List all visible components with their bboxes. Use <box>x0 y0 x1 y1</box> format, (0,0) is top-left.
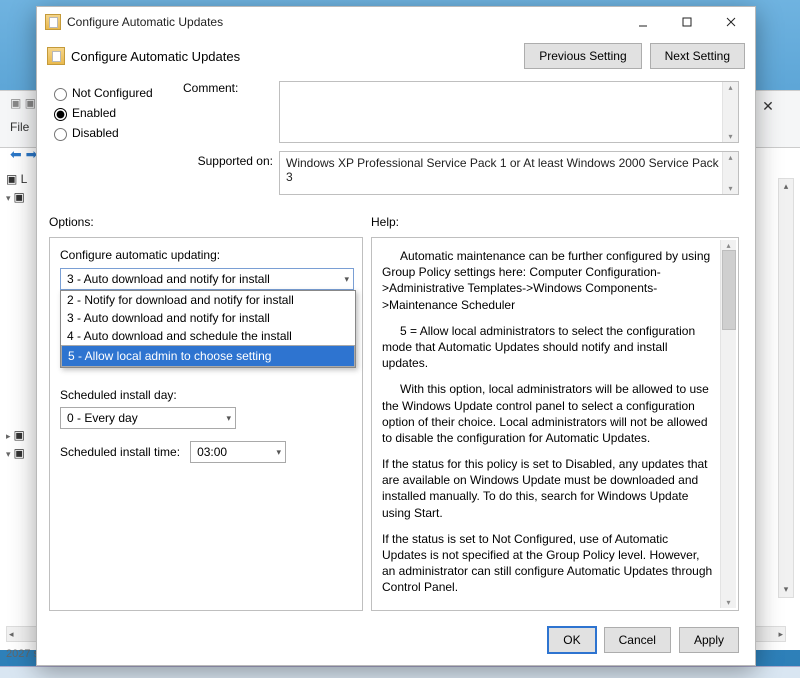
radio-disabled[interactable]: Disabled <box>49 125 177 141</box>
dropdown-item[interactable]: 4 - Auto download and schedule the insta… <box>61 327 355 345</box>
minimize-icon <box>638 17 648 27</box>
next-setting-button[interactable]: Next Setting <box>650 43 745 69</box>
maximize-button[interactable] <box>665 8 709 36</box>
radio-enabled[interactable]: Enabled <box>49 105 177 121</box>
help-paragraph: With this option, local administrators w… <box>382 381 714 446</box>
background-nav-arrows[interactable]: ⬅ ➡ <box>10 146 37 163</box>
options-panel: Configure automatic updating: 3 - Auto d… <box>49 237 363 611</box>
help-paragraph: 5 = Allow local administrators to select… <box>382 323 714 372</box>
policy-icon <box>47 47 65 65</box>
background-vertical-scrollbar[interactable]: ▴▾ <box>778 178 794 598</box>
help-panel: Automatic maintenance can be further con… <box>371 237 739 611</box>
tree-node[interactable]: ▣ L <box>6 172 27 186</box>
close-icon <box>726 17 736 27</box>
help-scrollbar[interactable]: ▴ ▾ <box>720 240 736 608</box>
radio-label: Enabled <box>72 106 116 120</box>
chevron-down-icon: ▾ <box>226 413 231 424</box>
help-section-label: Help: <box>371 215 399 229</box>
help-paragraph: If the status for this policy is set to … <box>382 456 714 521</box>
minimize-button[interactable] <box>621 8 665 36</box>
comment-scrollbar[interactable]: ▴▾ <box>722 82 738 142</box>
radio-not-configured[interactable]: Not Configured <box>49 85 177 101</box>
scroll-up-icon[interactable]: ▴ <box>726 241 730 250</box>
taskbar <box>0 666 800 678</box>
previous-setting-button[interactable]: Previous Setting <box>524 43 641 69</box>
chevron-down-icon: ▾ <box>277 447 282 458</box>
tree-node-expanded[interactable]: ▣ <box>6 446 27 460</box>
state-radio-group: Not Configured Enabled Disabled <box>49 81 177 145</box>
background-tree[interactable]: ▣ L ▣ ▣ ▣ <box>6 172 27 464</box>
configure-updating-combo[interactable]: 3 - Auto download and notify for install… <box>60 268 354 290</box>
help-paragraph: Automatic maintenance can be further con… <box>382 248 714 313</box>
dropdown-item-selected[interactable]: 5 - Allow local admin to choose setting <box>61 345 355 367</box>
help-text: Automatic maintenance can be further con… <box>382 248 714 596</box>
dialog-subtitle: Configure Automatic Updates <box>71 49 524 64</box>
back-arrow-icon[interactable]: ⬅ <box>10 146 22 162</box>
combo-value: 3 - Auto download and notify for install <box>67 272 270 286</box>
supported-scrollbar[interactable]: ▴▾ <box>722 152 738 194</box>
maximize-icon <box>682 17 692 27</box>
radio-label: Disabled <box>72 126 119 140</box>
cancel-button[interactable]: Cancel <box>604 627 671 653</box>
dropdown-item[interactable]: 2 - Notify for download and notify for i… <box>61 291 355 309</box>
background-file-menu[interactable]: File <box>10 120 29 134</box>
policy-icon <box>45 14 61 30</box>
scheduled-day-label: Scheduled install day: <box>60 388 352 402</box>
background-status-text: 2027 s <box>6 648 39 660</box>
options-section-label: Options: <box>49 215 371 229</box>
scheduled-day-select[interactable]: 0 - Every day ▾ <box>60 407 236 429</box>
tree-node-expanded[interactable]: ▣ <box>6 190 27 204</box>
apply-button[interactable]: Apply <box>679 627 739 653</box>
configure-updating-label: Configure automatic updating: <box>60 248 352 262</box>
dropdown-item[interactable]: 3 - Auto download and notify for install <box>61 309 355 327</box>
select-value: 0 - Every day <box>67 411 138 425</box>
configure-updating-dropdown[interactable]: 2 - Notify for download and notify for i… <box>60 290 356 368</box>
chevron-down-icon: ▾ <box>344 274 349 285</box>
supported-on-text: Windows XP Professional Service Pack 1 o… <box>286 156 719 184</box>
ok-button[interactable]: OK <box>548 627 595 653</box>
subheader: Configure Automatic Updates Previous Set… <box>37 37 755 77</box>
window-title: Configure Automatic Updates <box>67 15 621 29</box>
supported-on-label: Supported on: <box>183 151 273 168</box>
comment-label: Comment: <box>183 81 273 95</box>
help-paragraph: If the status is set to Not Configured, … <box>382 531 714 596</box>
close-button[interactable] <box>709 8 753 36</box>
scroll-down-icon[interactable]: ▾ <box>726 598 730 607</box>
scheduled-time-select[interactable]: 03:00 ▾ <box>190 441 286 463</box>
radio-disabled-input[interactable] <box>54 128 67 141</box>
background-toolbar-icons: ▣ ▣ <box>10 96 36 110</box>
supported-on-box: Windows XP Professional Service Pack 1 o… <box>279 151 739 195</box>
tree-node-collapsed[interactable]: ▣ <box>6 428 27 442</box>
comment-textarea[interactable]: ▴▾ <box>279 81 739 143</box>
radio-not-configured-input[interactable] <box>54 88 67 101</box>
radio-label: Not Configured <box>72 86 153 100</box>
dialog-footer: OK Cancel Apply <box>37 619 755 665</box>
scrollbar-thumb[interactable] <box>722 250 736 330</box>
scheduled-time-label: Scheduled install time: <box>60 445 180 459</box>
titlebar: Configure Automatic Updates <box>37 7 755 37</box>
radio-enabled-input[interactable] <box>54 108 67 121</box>
configure-updates-dialog: Configure Automatic Updates Configure Au… <box>36 6 756 666</box>
select-value: 03:00 <box>197 445 227 459</box>
